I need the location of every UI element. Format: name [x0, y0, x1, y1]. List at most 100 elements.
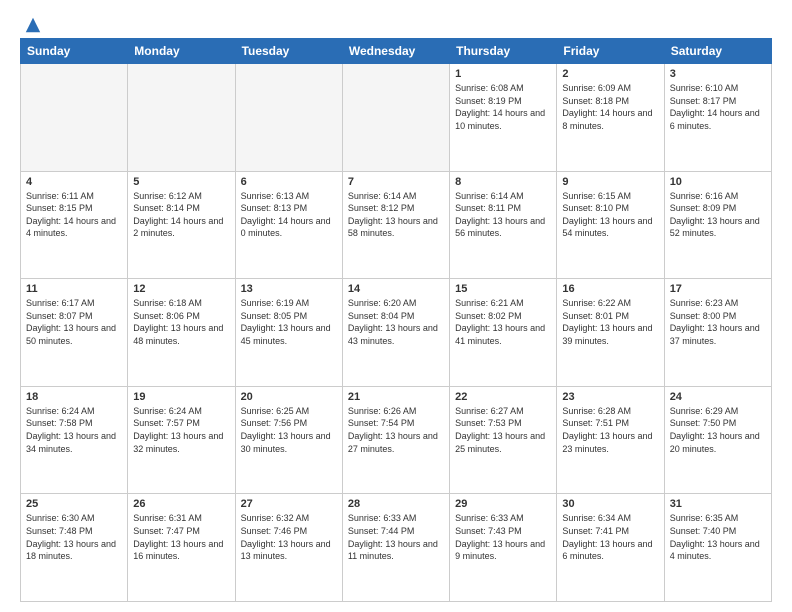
day-number: 11 [26, 283, 122, 295]
calendar-day-cell: 22 Sunrise: 6:27 AMSunset: 7:53 PMDayligh… [450, 386, 557, 494]
calendar-day-cell: 30 Sunrise: 6:34 AMSunset: 7:41 PMDayligh… [557, 494, 664, 602]
calendar-table: SundayMondayTuesdayWednesdayThursdayFrid… [20, 38, 772, 602]
day-info: Sunrise: 6:16 AMSunset: 8:09 PMDaylight:… [670, 190, 766, 240]
day-number: 14 [348, 283, 444, 295]
day-number: 18 [26, 391, 122, 403]
calendar-day-cell: 24 Sunrise: 6:29 AMSunset: 7:50 PMDayligh… [664, 386, 771, 494]
day-info: Sunrise: 6:35 AMSunset: 7:40 PMDaylight:… [670, 512, 766, 562]
day-info: Sunrise: 6:22 AMSunset: 8:01 PMDaylight:… [562, 297, 658, 347]
day-info: Sunrise: 6:14 AMSunset: 8:12 PMDaylight:… [348, 190, 444, 240]
day-number: 7 [348, 176, 444, 188]
day-info: Sunrise: 6:24 AMSunset: 7:57 PMDaylight:… [133, 405, 229, 455]
calendar-day-cell: 9Sunrise: 6:15 AMSunset: 8:10 PMDaylight… [557, 171, 664, 279]
calendar-day-header: Saturday [664, 39, 771, 64]
day-info: Sunrise: 6:09 AMSunset: 8:18 PMDaylight:… [562, 82, 658, 132]
day-info: Sunrise: 6:11 AMSunset: 8:15 PMDaylight:… [26, 190, 122, 240]
day-number: 29 [455, 498, 551, 510]
day-number: 9 [562, 176, 658, 188]
day-info: Sunrise: 6:20 AMSunset: 8:04 PMDaylight:… [348, 297, 444, 347]
day-number: 6 [241, 176, 337, 188]
calendar-day-header: Thursday [450, 39, 557, 64]
day-number: 17 [670, 283, 766, 295]
calendar-day-cell: 16 Sunrise: 6:22 AMSunset: 8:01 PMDayligh… [557, 279, 664, 387]
day-info: Sunrise: 6:29 AMSunset: 7:50 PMDaylight:… [670, 405, 766, 455]
calendar-day-cell: 18 Sunrise: 6:24 AMSunset: 7:58 PMDayligh… [21, 386, 128, 494]
day-number: 30 [562, 498, 658, 510]
calendar-day-header: Tuesday [235, 39, 342, 64]
day-number: 4 [26, 176, 122, 188]
calendar-day-cell: 29 Sunrise: 6:33 AMSunset: 7:43 PMDayligh… [450, 494, 557, 602]
calendar-day-cell: 13Sunrise: 6:19 AMSunset: 8:05 PMDayligh… [235, 279, 342, 387]
logo-icon [24, 16, 42, 34]
calendar-body: 1Sunrise: 6:08 AMSunset: 8:19 PMDaylight… [21, 64, 772, 602]
calendar-day-cell [128, 64, 235, 172]
day-info: Sunrise: 6:33 AMSunset: 7:43 PMDaylight:… [455, 512, 551, 562]
page: SundayMondayTuesdayWednesdayThursdayFrid… [0, 0, 792, 612]
calendar-day-cell: 19 Sunrise: 6:24 AMSunset: 7:57 PMDayligh… [128, 386, 235, 494]
day-info: Sunrise: 6:14 AMSunset: 8:11 PMDaylight:… [455, 190, 551, 240]
day-number: 19 [133, 391, 229, 403]
calendar-day-header: Friday [557, 39, 664, 64]
day-info: Sunrise: 6:31 AMSunset: 7:47 PMDaylight:… [133, 512, 229, 562]
day-info: Sunrise: 6:32 AMSunset: 7:46 PMDaylight:… [241, 512, 337, 562]
day-number: 21 [348, 391, 444, 403]
calendar-day-cell: 21 Sunrise: 6:26 AMSunset: 7:54 PMDayligh… [342, 386, 449, 494]
day-info: Sunrise: 6:21 AMSunset: 8:02 PMDaylight:… [455, 297, 551, 347]
calendar-day-cell [21, 64, 128, 172]
day-number: 10 [670, 176, 766, 188]
calendar-day-cell: 6 Sunrise: 6:13 AMSunset: 8:13 PMDaylight… [235, 171, 342, 279]
header [20, 16, 772, 30]
day-number: 8 [455, 176, 551, 188]
calendar-week-row: 1Sunrise: 6:08 AMSunset: 8:19 PMDaylight… [21, 64, 772, 172]
day-info: Sunrise: 6:33 AMSunset: 7:44 PMDaylight:… [348, 512, 444, 562]
day-info: Sunrise: 6:10 AMSunset: 8:17 PMDaylight:… [670, 82, 766, 132]
calendar-day-cell [342, 64, 449, 172]
calendar-day-cell: 4 Sunrise: 6:11 AMSunset: 8:15 PMDaylight… [21, 171, 128, 279]
day-number: 24 [670, 391, 766, 403]
calendar-day-cell: 23 Sunrise: 6:28 AMSunset: 7:51 PMDayligh… [557, 386, 664, 494]
day-number: 5 [133, 176, 229, 188]
day-number: 20 [241, 391, 337, 403]
calendar-day-cell: 3 Sunrise: 6:10 AMSunset: 8:17 PMDaylight… [664, 64, 771, 172]
day-number: 16 [562, 283, 658, 295]
day-info: Sunrise: 6:27 AMSunset: 7:53 PMDaylight:… [455, 405, 551, 455]
day-info: Sunrise: 6:30 AMSunset: 7:48 PMDaylight:… [26, 512, 122, 562]
day-number: 25 [26, 498, 122, 510]
day-info: Sunrise: 6:34 AMSunset: 7:41 PMDaylight:… [562, 512, 658, 562]
calendar-week-row: 4 Sunrise: 6:11 AMSunset: 8:15 PMDaylight… [21, 171, 772, 279]
calendar-day-cell: 28 Sunrise: 6:33 AMSunset: 7:44 PMDayligh… [342, 494, 449, 602]
logo [20, 16, 42, 30]
day-number: 13 [241, 283, 337, 295]
calendar-day-cell: 14 Sunrise: 6:20 AMSunset: 8:04 PMDayligh… [342, 279, 449, 387]
calendar-day-cell: 12 Sunrise: 6:18 AMSunset: 8:06 PMDayligh… [128, 279, 235, 387]
calendar-day-cell: 25 Sunrise: 6:30 AMSunset: 7:48 PMDayligh… [21, 494, 128, 602]
calendar-day-cell: 26Sunrise: 6:31 AMSunset: 7:47 PMDayligh… [128, 494, 235, 602]
day-number: 23 [562, 391, 658, 403]
day-info: Sunrise: 6:28 AMSunset: 7:51 PMDaylight:… [562, 405, 658, 455]
day-info: Sunrise: 6:13 AMSunset: 8:13 PMDaylight:… [241, 190, 337, 240]
calendar-day-header: Monday [128, 39, 235, 64]
day-info: Sunrise: 6:18 AMSunset: 8:06 PMDaylight:… [133, 297, 229, 347]
calendar-day-cell [235, 64, 342, 172]
calendar-day-cell: 31 Sunrise: 6:35 AMSunset: 7:40 PMDayligh… [664, 494, 771, 602]
calendar-day-cell: 8 Sunrise: 6:14 AMSunset: 8:11 PMDaylight… [450, 171, 557, 279]
calendar-day-cell: 10 Sunrise: 6:16 AMSunset: 8:09 PMDayligh… [664, 171, 771, 279]
day-info: Sunrise: 6:26 AMSunset: 7:54 PMDaylight:… [348, 405, 444, 455]
day-number: 31 [670, 498, 766, 510]
day-number: 15 [455, 283, 551, 295]
day-number: 22 [455, 391, 551, 403]
day-info: Sunrise: 6:23 AMSunset: 8:00 PMDaylight:… [670, 297, 766, 347]
day-info: Sunrise: 6:12 AMSunset: 8:14 PMDaylight:… [133, 190, 229, 240]
calendar-day-cell: 7 Sunrise: 6:14 AMSunset: 8:12 PMDaylight… [342, 171, 449, 279]
day-number: 1 [455, 68, 551, 80]
day-number: 2 [562, 68, 658, 80]
day-info: Sunrise: 6:25 AMSunset: 7:56 PMDaylight:… [241, 405, 337, 455]
calendar-day-cell: 2 Sunrise: 6:09 AMSunset: 8:18 PMDaylight… [557, 64, 664, 172]
day-number: 12 [133, 283, 229, 295]
day-info: Sunrise: 6:24 AMSunset: 7:58 PMDaylight:… [26, 405, 122, 455]
day-number: 28 [348, 498, 444, 510]
calendar-day-cell: 5 Sunrise: 6:12 AMSunset: 8:14 PMDaylight… [128, 171, 235, 279]
day-number: 3 [670, 68, 766, 80]
calendar-header-row: SundayMondayTuesdayWednesdayThursdayFrid… [21, 39, 772, 64]
calendar-day-cell: 1Sunrise: 6:08 AMSunset: 8:19 PMDaylight… [450, 64, 557, 172]
